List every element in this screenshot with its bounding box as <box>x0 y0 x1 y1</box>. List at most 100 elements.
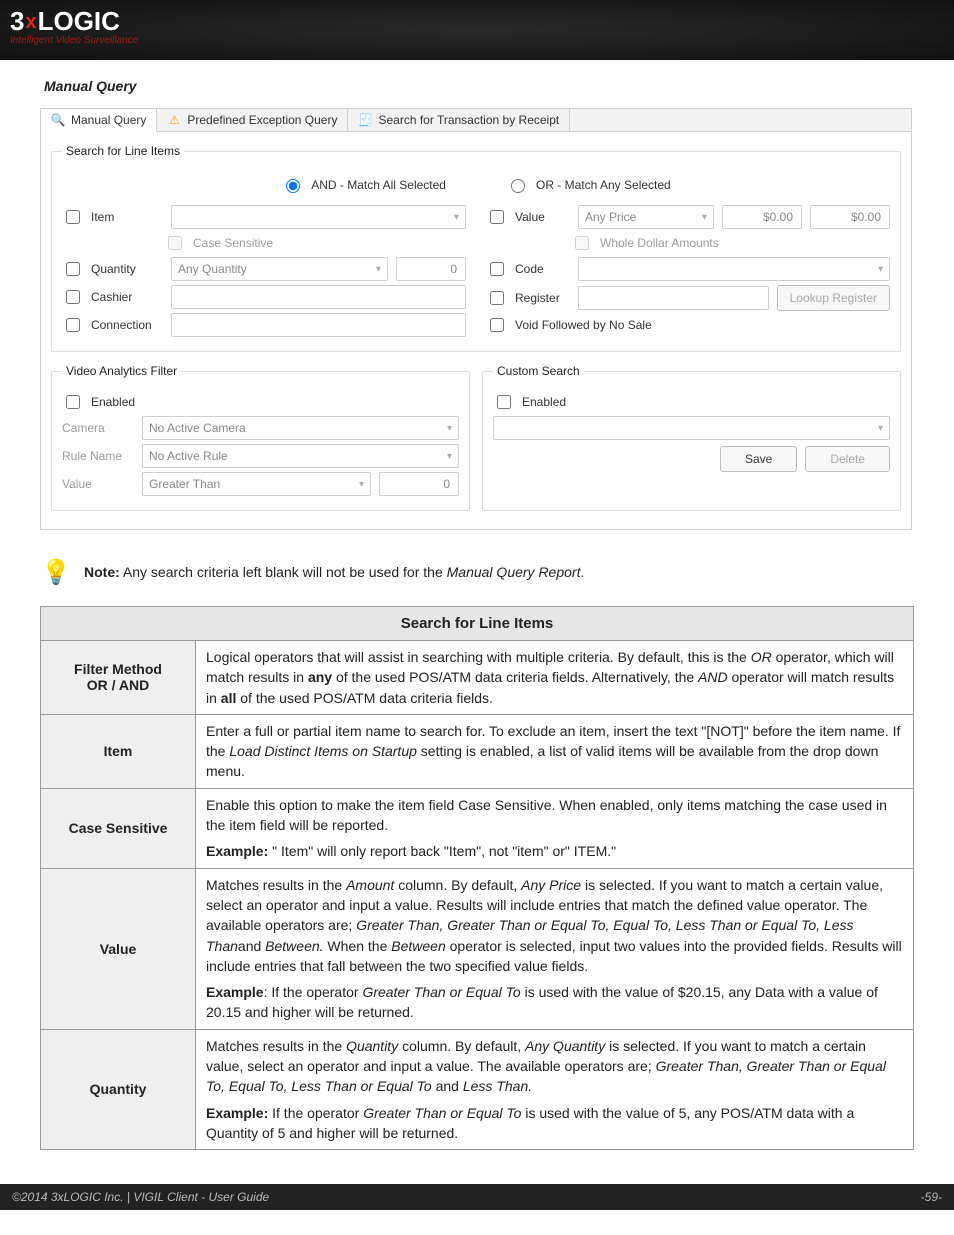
chk-case-sensitive[interactable] <box>168 236 182 250</box>
txt-cashier[interactable] <box>171 285 466 309</box>
lbl-register: Register <box>515 291 570 305</box>
chk-whole-dollar[interactable] <box>575 236 589 250</box>
btn-save[interactable]: Save <box>720 446 797 472</box>
chk-item[interactable] <box>66 210 80 224</box>
btn-delete-label: Delete <box>830 452 865 466</box>
dd-code[interactable] <box>578 257 890 281</box>
logo-text2: LOGIC <box>38 6 120 36</box>
txt-value-min[interactable]: $0.00 <box>722 205 802 229</box>
brand-logo: 3xLOGIC <box>10 6 944 37</box>
tab-strip: 🔍 Manual Query ⚠ Predefined Exception Qu… <box>41 109 911 132</box>
lbl-rule-name: Rule Name <box>62 449 134 463</box>
manual-query-dialog: 🔍 Manual Query ⚠ Predefined Exception Qu… <box>40 108 912 530</box>
txt-quantity-value[interactable]: 0 <box>396 257 466 281</box>
tab-label: Search for Transaction by Receipt <box>378 113 559 127</box>
cs-p2: Example: " Item" will only report back "… <box>206 841 903 861</box>
btn-delete[interactable]: Delete <box>805 446 890 472</box>
lbl-va-enabled: Enabled <box>91 395 135 409</box>
radio-and[interactable]: AND - Match All Selected <box>281 176 446 193</box>
dd-va-value[interactable]: Greater Than <box>142 472 371 496</box>
chk-value[interactable] <box>490 210 504 224</box>
chk-cashier[interactable] <box>66 290 80 304</box>
dd-quantity[interactable]: Any Quantity <box>171 257 388 281</box>
lbl-cs-enabled: Enabled <box>522 395 566 409</box>
radio-and-label: AND - Match All Selected <box>311 178 446 192</box>
brand-tagline: Intelligent Video Surveillance <box>10 35 944 46</box>
dd-value-text: Any Price <box>585 210 636 224</box>
dd-camera[interactable]: No Active Camera <box>142 416 459 440</box>
table-row: Item Enter a full or partial item name t… <box>41 714 914 788</box>
txt-connection[interactable] <box>171 313 466 337</box>
key-filter-method: Filter Method OR / AND <box>41 641 196 715</box>
chk-code[interactable] <box>490 262 504 276</box>
v-p1: Matches results in the Amount column. By… <box>206 875 903 976</box>
val-filter-method: Logical operators that will assist in se… <box>196 641 914 715</box>
group-legend-va: Video Analytics Filter <box>62 364 181 378</box>
dd-custom-search[interactable] <box>493 416 890 440</box>
radio-or-label: OR - Match Any Selected <box>536 178 671 192</box>
chk-quantity[interactable] <box>66 262 80 276</box>
lbl-connection: Connection <box>91 318 163 332</box>
chk-void-no-sale[interactable] <box>490 318 504 332</box>
chk-va-enabled[interactable] <box>66 395 80 409</box>
tab-manual-query[interactable]: 🔍 Manual Query <box>41 109 157 132</box>
note-text: Note: Any search criteria left blank wil… <box>84 564 584 580</box>
dialog-body: Search for Line Items AND - Match All Se… <box>41 132 911 529</box>
tab-predefined-exception[interactable]: ⚠ Predefined Exception Query <box>157 109 348 131</box>
btn-lookup-register[interactable]: Lookup Register <box>777 285 890 311</box>
dd-value[interactable]: Any Price <box>578 205 714 229</box>
dd-rule-val: No Active Rule <box>149 449 228 463</box>
key-quantity: Quantity <box>41 1029 196 1149</box>
table-row: Quantity Matches results in the Quantity… <box>41 1029 914 1149</box>
radio-or[interactable]: OR - Match Any Selected <box>506 176 671 193</box>
q-p2: Example: If the operator Greater Than or… <box>206 1103 903 1144</box>
lightbulb-icon: 💡 <box>40 556 72 588</box>
q-p1: Matches results in the Quantity column. … <box>206 1036 903 1097</box>
reference-table: Search for Line Items Filter Method OR /… <box>40 606 914 1150</box>
right-column: Value Any Price $0.00 $0.00 Whole Dollar… <box>486 201 890 341</box>
group-video-analytics: Video Analytics Filter Enabled Camera No… <box>51 364 470 511</box>
note-italic: Manual Query Report <box>447 564 581 580</box>
radio-and-input[interactable] <box>286 179 300 193</box>
dd-va-val: Greater Than <box>149 477 220 491</box>
lbl-void-no-sale: Void Followed by No Sale <box>515 318 652 332</box>
table-row: Value Matches results in the Amount colu… <box>41 868 914 1029</box>
note-row: 💡 Note: Any search criteria left blank w… <box>40 556 914 588</box>
key-value: Value <box>41 868 196 1029</box>
page-content: Manual Query 🔍 Manual Query ⚠ Predefined… <box>0 60 954 1160</box>
lbl-cashier: Cashier <box>91 290 163 304</box>
chk-connection[interactable] <box>66 318 80 332</box>
txt-value-max[interactable]: $0.00 <box>810 205 890 229</box>
radio-or-input[interactable] <box>511 179 525 193</box>
txt-va-value[interactable]: 0 <box>379 472 459 496</box>
lbl-quantity: Quantity <box>91 262 163 276</box>
dd-quantity-value: Any Quantity <box>178 262 247 276</box>
tab-search-receipt[interactable]: 🧾 Search for Transaction by Receipt <box>348 109 570 131</box>
lbl-case-sensitive: Case Sensitive <box>193 236 273 250</box>
key-line1: Filter Method <box>74 661 162 677</box>
note-tail: . <box>580 564 584 580</box>
txt-register[interactable] <box>578 286 769 310</box>
dd-item[interactable] <box>171 205 466 229</box>
logo-x: x <box>24 11 37 33</box>
group-search-line-items: Search for Line Items AND - Match All Se… <box>51 144 901 352</box>
section-title: Manual Query <box>44 78 914 94</box>
group-custom-search: Custom Search Enabled Save Delete <box>482 364 901 511</box>
table-row: Filter Method OR / AND Logical operators… <box>41 641 914 715</box>
receipt-icon: 🧾 <box>358 113 372 127</box>
logo-text: 3 <box>10 6 24 36</box>
left-column: Item Case Sensitive Quantity An <box>62 201 466 341</box>
table-header: Search for Line Items <box>41 607 914 641</box>
val-value: Matches results in the Amount column. By… <box>196 868 914 1029</box>
chk-register[interactable] <box>490 291 504 305</box>
table-row: Case Sensitive Enable this option to mak… <box>41 788 914 868</box>
chk-cs-enabled[interactable] <box>497 395 511 409</box>
tab-label: Predefined Exception Query <box>187 113 337 127</box>
cs-p1: Enable this option to make the item fiel… <box>206 795 903 836</box>
dd-rule[interactable]: No Active Rule <box>142 444 459 468</box>
btn-save-label: Save <box>745 452 772 466</box>
lbl-value: Value <box>515 210 570 224</box>
note-bold: Note: <box>84 564 120 580</box>
money2: $0.00 <box>851 210 881 224</box>
search-icon: 🔍 <box>51 113 65 127</box>
